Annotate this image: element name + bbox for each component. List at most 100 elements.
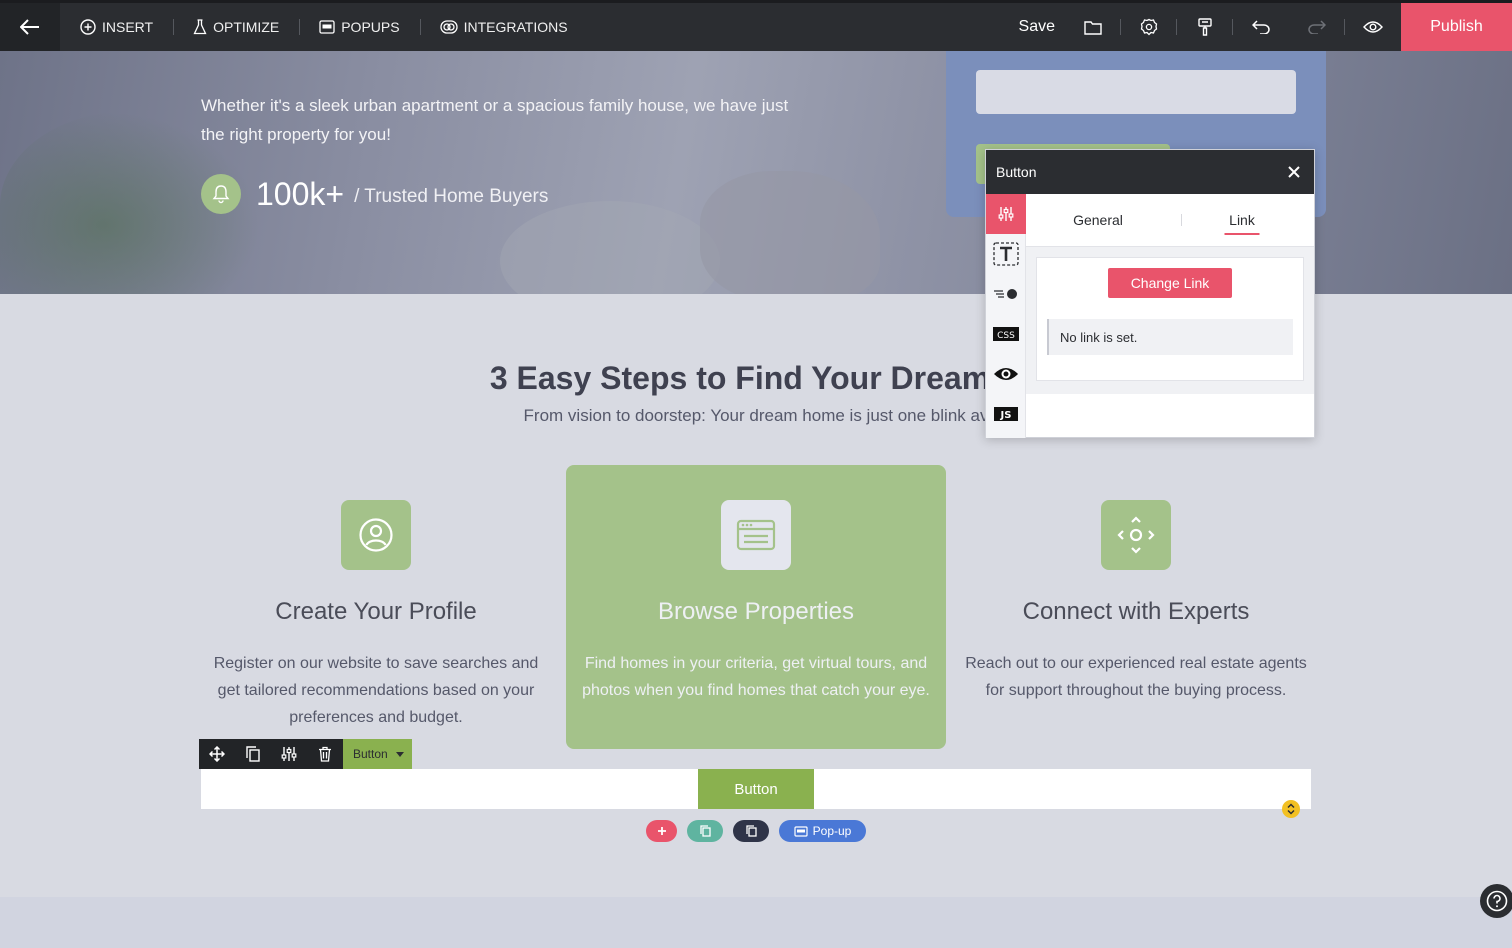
step-card-experts[interactable]: Connect with Experts Reach out to our ex… <box>946 465 1326 749</box>
eye-icon <box>994 368 1018 380</box>
step-card-title: Connect with Experts <box>1022 598 1250 625</box>
hero-description: Whether it's a sleek urban apartment or … <box>201 96 789 144</box>
duplicate-button[interactable] <box>235 739 271 769</box>
element-type-dropdown[interactable]: Button <box>343 739 412 769</box>
js-icon: JS <box>994 407 1018 421</box>
chevrons-vertical-icon <box>1287 803 1295 815</box>
trash-icon <box>319 746 331 762</box>
css-tab-button[interactable]: CSS <box>986 314 1026 354</box>
move-arrows-icon <box>209 746 225 762</box>
popup-pill-button[interactable]: Pop-up <box>779 820 866 842</box>
sliders-icon <box>281 747 297 761</box>
window-icon <box>794 825 808 837</box>
step-card-title: Create Your Profile <box>275 598 477 625</box>
close-icon[interactable] <box>1288 166 1300 178</box>
panel-header: Button <box>986 150 1314 194</box>
visibility-tab-button[interactable] <box>986 354 1026 394</box>
delete-button[interactable] <box>307 739 343 769</box>
tab-link[interactable]: Link <box>1170 194 1314 246</box>
integrations-icon <box>439 20 458 34</box>
element-toolbar: Button <box>199 739 412 769</box>
duplicate-section-button[interactable] <box>687 820 723 842</box>
element-type-label: Button <box>353 747 388 761</box>
hero-cushion-decoration <box>500 201 720 294</box>
saved-sections-button[interactable] <box>733 820 769 842</box>
back-button[interactable] <box>0 3 60 51</box>
email-field[interactable] <box>976 70 1296 114</box>
step-card-browse[interactable]: Browse Properties Find homes in your cri… <box>566 465 946 749</box>
toolbar-actions: Save <box>1009 3 1401 51</box>
folder-icon <box>1084 20 1102 35</box>
paint-roller-icon <box>1198 18 1212 36</box>
integrations-label: INTEGRATIONS <box>463 19 568 35</box>
link-settings: Change Link No link is set. <box>1026 247 1314 394</box>
panel-main: General Link Change Link No link is set. <box>1026 194 1314 437</box>
redo-button[interactable] <box>1289 3 1345 51</box>
animation-tab-button[interactable] <box>986 274 1026 314</box>
panel-sidebar: CSS JS <box>986 194 1026 438</box>
preview-button[interactable] <box>1345 3 1401 51</box>
js-tab-button[interactable]: JS <box>986 394 1026 434</box>
optimize-menu[interactable]: OPTIMIZE <box>173 3 299 51</box>
typography-tab-button[interactable] <box>986 234 1026 274</box>
link-box: Change Link No link is set. <box>1036 257 1304 381</box>
style-painter-button[interactable] <box>1177 3 1233 51</box>
folder-button[interactable] <box>1065 3 1121 51</box>
button-settings-panel: Button CSS JS General Link Change Link N… <box>985 149 1315 438</box>
stat-label: / Trusted Home Buyers <box>354 186 549 207</box>
insert-menu[interactable]: INSERT <box>60 3 173 51</box>
redo-icon <box>1308 20 1326 34</box>
browser-icon <box>721 500 791 570</box>
settings-button[interactable] <box>1121 3 1177 51</box>
popup-pill-label: Pop-up <box>812 824 852 838</box>
optimize-label: OPTIMIZE <box>213 19 280 35</box>
canvas-button[interactable]: Button <box>698 769 814 809</box>
add-section-button[interactable] <box>646 820 677 842</box>
caret-down-icon <box>395 751 404 757</box>
gear-icon <box>1140 18 1158 36</box>
undo-icon <box>1252 20 1270 34</box>
publish-button[interactable]: Publish <box>1401 3 1512 51</box>
text-icon <box>993 242 1019 266</box>
stat-number: 100k+ <box>256 175 345 212</box>
resize-handle[interactable] <box>1282 800 1300 818</box>
user-icon <box>341 500 411 570</box>
move-handle[interactable] <box>199 739 235 769</box>
save-button[interactable]: Save <box>1009 18 1065 36</box>
css-label: CSS <box>997 331 1015 341</box>
top-toolbar: INSERT OPTIMIZE POPUPS INTEGRATIONS Save <box>0 0 1512 51</box>
help-button[interactable] <box>1480 884 1512 918</box>
popups-menu[interactable]: POPUPS <box>299 3 419 51</box>
change-link-button[interactable]: Change Link <box>1108 268 1232 298</box>
button-row: Button <box>201 769 1311 818</box>
layers-icon <box>745 825 757 837</box>
step-card-body: Reach out to our experienced real estate… <box>965 655 1307 699</box>
question-icon <box>1486 890 1508 912</box>
plus-circle-icon <box>80 19 96 35</box>
move-icon <box>1101 500 1171 570</box>
motion-icon <box>994 289 1017 299</box>
integrations-menu[interactable]: INTEGRATIONS <box>419 3 588 51</box>
settings-tab-button[interactable] <box>986 194 1026 234</box>
tab-general[interactable]: General <box>1026 194 1170 246</box>
eye-icon <box>1363 21 1383 33</box>
insert-label: INSERT <box>102 19 154 35</box>
js-label: JS <box>1000 410 1012 421</box>
css-icon: CSS <box>993 327 1019 341</box>
hero-stat: 100k+ / Trusted Home Buyers <box>201 174 548 214</box>
bell-icon <box>201 174 241 214</box>
step-card-body: Register on our website to save searches… <box>213 655 539 726</box>
step-card-profile[interactable]: Create Your Profile Register on our webs… <box>186 465 566 749</box>
flask-icon <box>193 19 207 35</box>
panel-title: Button <box>996 164 1037 180</box>
element-settings-button[interactable] <box>271 739 307 769</box>
plus-icon <box>657 827 666 835</box>
no-link-message: No link is set. <box>1047 319 1293 355</box>
step-card-title: Browse Properties <box>657 598 855 625</box>
next-section-band <box>0 897 1512 948</box>
undo-button[interactable] <box>1233 3 1289 51</box>
panel-tabs: General Link <box>1026 194 1314 247</box>
copy-icon <box>246 746 260 762</box>
step-card-body: Find homes in your criteria, get virtual… <box>582 655 930 699</box>
popups-label: POPUPS <box>341 19 400 35</box>
